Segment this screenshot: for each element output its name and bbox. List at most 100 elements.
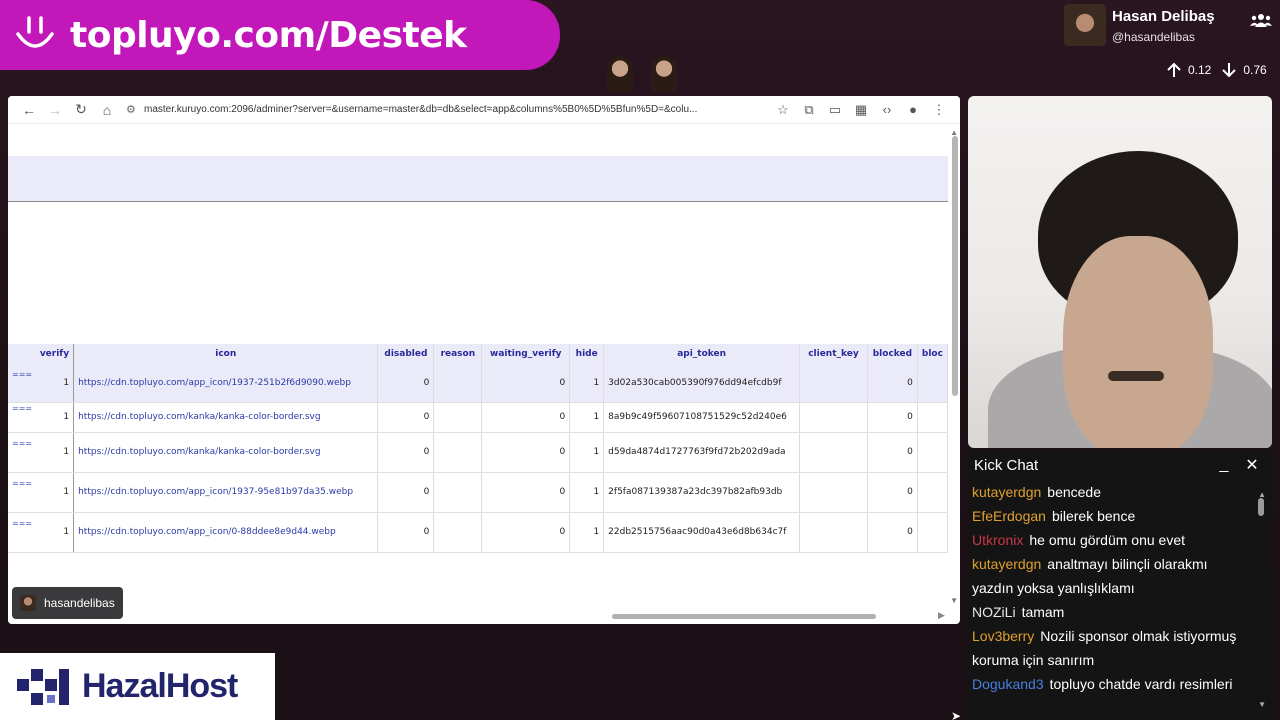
reload-icon[interactable]: ↻ xyxy=(68,101,94,118)
col-verify[interactable]: verify xyxy=(8,344,75,364)
cell-hide: 1 xyxy=(569,432,605,473)
scroll-down-arrow-icon[interactable]: ▼ xyxy=(950,596,958,605)
chat-text: bencede xyxy=(1047,484,1101,500)
cell-api-token: 8a9b9c49f59607108751529c52d240e6 xyxy=(603,402,801,433)
cell-disabled: 0 xyxy=(377,432,435,473)
chat-scroll-down-icon[interactable]: ▼ xyxy=(1258,700,1266,709)
cell-hide: 1 xyxy=(569,512,605,553)
streamer-handle: @hasandelibas xyxy=(1112,30,1195,44)
cell-hide: 1 xyxy=(569,364,605,403)
scroll-right-arrow-icon[interactable]: ▶ xyxy=(938,610,945,621)
cell-client-key xyxy=(799,402,868,433)
table-row[interactable]: === 1 https://cdn.topluyo.com/app_icon/0-… xyxy=(8,512,949,553)
avatar xyxy=(20,595,36,611)
cell-icon[interactable]: https://cdn.topluyo.com/kanka/kanka-colo… xyxy=(73,432,379,473)
cell-verify: 1 xyxy=(63,447,70,457)
cell-icon[interactable]: https://cdn.topluyo.com/kanka/kanka-colo… xyxy=(73,402,379,433)
back-icon[interactable]: ← xyxy=(16,102,42,118)
chat-username[interactable]: EfeErdogan xyxy=(972,508,1046,524)
minimize-icon[interactable]: _ xyxy=(1210,456,1238,474)
chat-messages: kutayerdgn bencede EfeErdogan bilerek benc… xyxy=(968,480,1272,696)
extensions-icon[interactable]: ⧉ xyxy=(796,102,822,118)
close-icon[interactable]: ✕ xyxy=(1238,455,1266,475)
cell-disabled: 0 xyxy=(377,512,435,553)
cell-blocked: 0 xyxy=(867,472,918,513)
cell-bloc xyxy=(917,364,949,403)
chat-username[interactable]: Dogukand3 xyxy=(972,676,1044,692)
user-badge-name: hasandelibas xyxy=(44,596,115,610)
cell-verify: 1 xyxy=(63,377,70,388)
vertical-scrollbar[interactable] xyxy=(952,136,958,396)
site-info-icon[interactable]: ⚙ xyxy=(126,103,140,116)
devtools-icon[interactable]: ‹› xyxy=(874,102,900,117)
cell-waiting-verify: 0 xyxy=(481,402,571,433)
chat-username[interactable]: NOZiLi xyxy=(972,604,1016,620)
cell-blocked: 0 xyxy=(867,402,918,433)
cell-api-token: d59da4874d1727763f9fd72b202d9ada xyxy=(603,432,801,473)
col-bloc[interactable]: bloc xyxy=(917,344,949,364)
table-row[interactable]: === 1 https://cdn.topluyo.com/app_icon/19… xyxy=(8,364,949,403)
chat-message: EfeErdogan bilerek bence xyxy=(972,504,1248,528)
kick-chat-panel: Kick Chat _ ✕ kutayerdgn bencede EfeErdog… xyxy=(968,450,1272,720)
cell-api-token: 3d02a530cab005390f976dd94efcdb9f xyxy=(603,364,801,403)
arrow-up-icon xyxy=(1167,62,1181,77)
cell-blocked: 0 xyxy=(867,432,918,473)
table-row[interactable]: === 1 https://cdn.topluyo.com/app_icon/19… xyxy=(8,472,949,513)
col-hide[interactable]: hide xyxy=(569,344,605,364)
col-waiting-verify[interactable]: waiting_verify xyxy=(481,344,571,364)
chat-message: Dogukand3 topluyo chatde vardı resimleri xyxy=(972,672,1248,696)
chat-header: Kick Chat _ ✕ xyxy=(968,450,1272,480)
col-disabled[interactable]: disabled xyxy=(377,344,435,364)
profile-icon[interactable]: ● xyxy=(900,102,926,117)
col-reason[interactable]: reason xyxy=(433,344,483,364)
cell-waiting-verify: 0 xyxy=(481,432,571,473)
cell-bloc xyxy=(917,432,949,473)
cell-disabled: 0 xyxy=(377,364,435,403)
cell-disabled: 0 xyxy=(377,472,435,513)
chat-scrollbar[interactable] xyxy=(1258,498,1264,516)
sponsor-name: HazalHost xyxy=(82,667,238,705)
scroll-up-arrow-icon[interactable]: ▲ xyxy=(950,128,958,137)
table-row[interactable]: === 1 https://cdn.topluyo.com/kanka/kanka… xyxy=(8,432,949,473)
col-client-key[interactable]: client_key xyxy=(799,344,868,364)
banner-text: topluyo.com/Destek xyxy=(70,14,467,56)
address-bar[interactable]: ⚙ master.kuruyo.com:2096/adminer?server=… xyxy=(126,99,764,121)
data-table: verify icon disabled reason waiting_veri… xyxy=(8,344,949,553)
url-text: master.kuruyo.com:2096/adminer?server=&u… xyxy=(144,104,698,115)
viewer-avatar xyxy=(651,56,677,92)
menu-icon[interactable]: ⋮ xyxy=(926,102,952,118)
horizontal-scrollbar[interactable] xyxy=(612,614,876,619)
cell-waiting-verify: 0 xyxy=(481,472,571,513)
cell-icon[interactable]: https://cdn.topluyo.com/app_icon/0-88dde… xyxy=(73,512,379,553)
cell-waiting-verify: 0 xyxy=(481,512,571,553)
streamer-profile: Hasan Delibaş @hasandelibas xyxy=(1062,2,1280,50)
apps-icon[interactable]: ▦ xyxy=(848,102,874,118)
cell-icon[interactable]: https://cdn.topluyo.com/app_icon/1937-95… xyxy=(73,472,379,513)
home-icon[interactable]: ⌂ xyxy=(94,102,120,118)
chat-message: kutayerdgn bencede xyxy=(972,480,1248,504)
chat-username[interactable]: kutayerdgn xyxy=(972,484,1041,500)
cell-hide: 1 xyxy=(569,472,605,513)
chat-username[interactable]: kutayerdgn xyxy=(972,556,1041,572)
browser-window: ← → ↻ ⌂ ⚙ master.kuruyo.com:2096/adminer… xyxy=(8,96,960,624)
cell-api-token: 2f5fa087139387a23dc397b82afb93db xyxy=(603,472,801,513)
hazalhost-logo-icon xyxy=(0,657,90,717)
cell-icon[interactable]: https://cdn.topluyo.com/app_icon/1937-25… xyxy=(73,364,379,403)
chat-message: Lov3berry Nozili sponsor olmak istiyormuş… xyxy=(972,624,1248,672)
cell-api-token: 22db2515756aac90d0a43e6d8b634c7f xyxy=(603,512,801,553)
chat-username[interactable]: Utkronix xyxy=(972,532,1023,548)
star-icon[interactable]: ☆ xyxy=(770,102,796,118)
sidebar-icon[interactable]: ▭ xyxy=(822,102,848,118)
col-icon[interactable]: icon xyxy=(73,344,379,364)
cell-hide: 1 xyxy=(569,402,605,433)
col-blocked[interactable]: blocked xyxy=(867,344,918,364)
upload-value: 0.12 xyxy=(1188,63,1212,77)
network-stats: 0.12 0.76 xyxy=(1166,62,1271,78)
forward-icon[interactable]: → xyxy=(42,102,68,118)
smile-logo-icon xyxy=(0,0,70,70)
sponsor-logo: HazalHost xyxy=(0,653,275,720)
cell-disabled: 0 xyxy=(377,402,435,433)
col-api-token[interactable]: api_token xyxy=(603,344,801,364)
chat-username[interactable]: Lov3berry xyxy=(972,628,1034,644)
table-row[interactable]: === 1 https://cdn.topluyo.com/kanka/kanka… xyxy=(8,402,949,433)
